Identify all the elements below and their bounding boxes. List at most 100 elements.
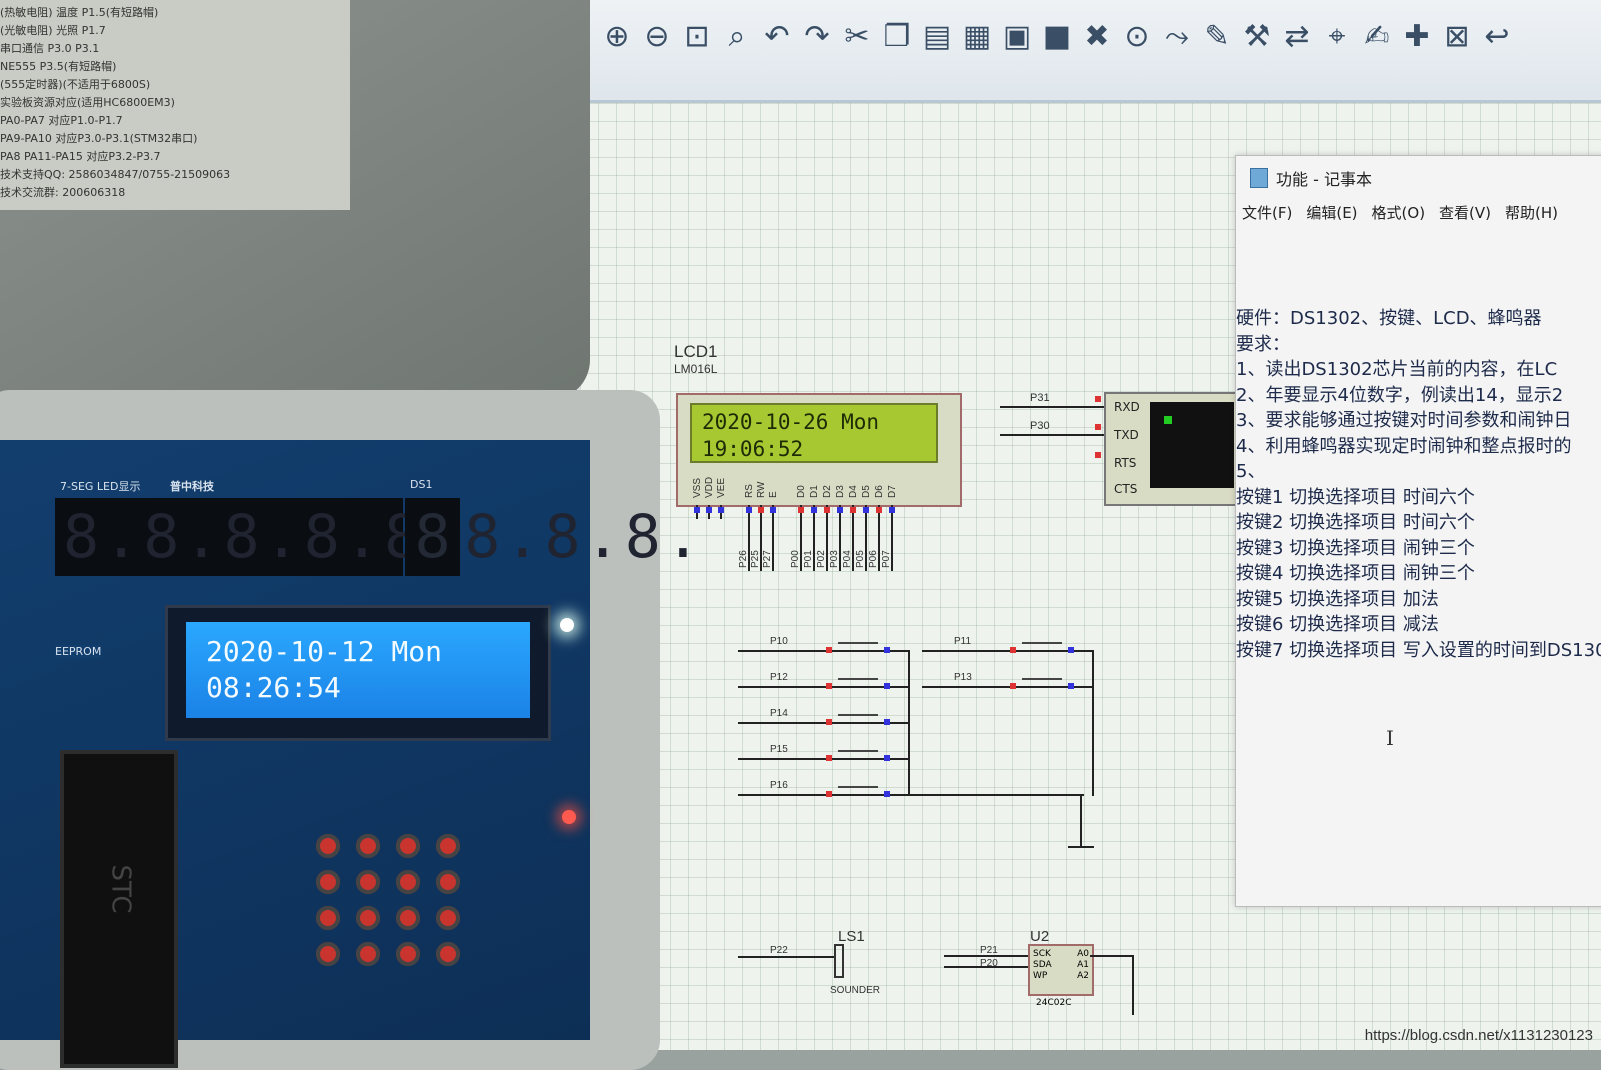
- wire-sda: [944, 966, 1028, 968]
- button-wire: [738, 722, 908, 724]
- pin-marker: [863, 507, 869, 513]
- search-icon[interactable]: ⌖: [1320, 14, 1354, 58]
- block-copy-icon[interactable]: ▦: [960, 14, 994, 58]
- wire-gnd-eeprom: [1132, 955, 1134, 1015]
- case-lid: (智能传感器) SDA P2.0(热敏电阻) 温度 P1.5(有短路帽)(光敏电…: [0, 0, 590, 400]
- lid-sheet-line: 实验板资源对应(适用HC6800EM3): [0, 96, 175, 109]
- terminal-pin-rts: RTS: [1114, 456, 1137, 470]
- pin-marker: [889, 507, 895, 513]
- push-button-symbol[interactable]: [1022, 642, 1062, 656]
- push-button-symbol[interactable]: [838, 750, 878, 764]
- annotate-icon[interactable]: ✍: [1360, 14, 1394, 58]
- keypad-key: [396, 870, 420, 894]
- keypad-key: [396, 906, 420, 930]
- pin-marker: [884, 683, 890, 689]
- lcd-pin-13: D7: [887, 485, 898, 498]
- property-icon[interactable]: ✎: [1200, 14, 1234, 58]
- button-net-label: P10: [770, 636, 788, 647]
- keypad-key: [316, 906, 340, 930]
- notepad-text-area[interactable]: 硬件：DS1302、按键、LCD、蜂鸣器 要求： 1、读出DS1302芯片当前的内容…: [1236, 306, 1601, 663]
- pin-marker: [798, 507, 804, 513]
- push-button-symbol[interactable]: [1022, 678, 1062, 692]
- cut-icon[interactable]: ✂: [840, 14, 874, 58]
- tool-icon[interactable]: ⚒: [1240, 14, 1274, 58]
- paste-icon[interactable]: ▤: [920, 14, 954, 58]
- zoom-out-icon[interactable]: ⊖: [640, 14, 674, 58]
- notepad-menu-item-3[interactable]: 查看(V): [1439, 202, 1491, 223]
- redo-icon[interactable]: ↷: [800, 14, 834, 58]
- wire-buzzer: [738, 956, 834, 958]
- push-button-symbol[interactable]: [838, 678, 878, 692]
- lcd1602-module: 2020-10-12 Mon 08:26:54: [165, 605, 551, 741]
- terminal-pin-cts: CTS: [1114, 482, 1138, 496]
- block-delete-icon[interactable]: ✖: [1080, 14, 1114, 58]
- lcd-pin-wire: [878, 505, 880, 571]
- pin-marker: [884, 719, 890, 725]
- block-rotate-icon[interactable]: ■: [1040, 14, 1074, 58]
- wire-rxd: [1000, 406, 1104, 408]
- zoom-fit-icon[interactable]: ⊡: [680, 14, 714, 58]
- ds1-label: DS1: [410, 478, 433, 491]
- pin-marker: [826, 683, 832, 689]
- button-net-label: P13: [954, 672, 972, 683]
- terminal-pin-rxd: RXD: [1114, 400, 1140, 414]
- pin-marker: [746, 507, 752, 513]
- zoom-area-icon[interactable]: ⌕: [720, 14, 754, 58]
- pin-marker: [826, 719, 832, 725]
- virtual-terminal-component[interactable]: RXD TXD RTS CTS: [1104, 392, 1238, 506]
- notepad-line: 按键6 切换选择项目 减法: [1236, 614, 1439, 635]
- undo-icon[interactable]: ↶: [760, 14, 794, 58]
- pin-marker: [884, 755, 890, 761]
- pin-marker: [1095, 452, 1101, 458]
- pick-device-icon[interactable]: ⊙: [1120, 14, 1154, 58]
- pin-marker: [837, 507, 843, 513]
- watermark-url: https://blog.csdn.net/x1131230123: [1364, 1027, 1593, 1044]
- wire-icon[interactable]: ⤳: [1160, 14, 1194, 58]
- notepad-title: 功能 - 记事本: [1276, 170, 1372, 189]
- lid-sheet-line: (光敏电阻) 光照 P1.7: [0, 24, 106, 37]
- notepad-line: 硬件：DS1302、按键、LCD、蜂鸣器: [1236, 308, 1542, 329]
- push-button-symbol[interactable]: [838, 714, 878, 728]
- notepad-window[interactable]: 功能 - 记事本 文件(F) 编辑(E) 格式(O) 查看(V) 帮助(H) 硬件：DS…: [1235, 155, 1601, 907]
- lcd-pin-2: VEE: [716, 477, 727, 498]
- brand-label: 普中科技: [170, 480, 214, 493]
- push-button-symbol[interactable]: [838, 642, 878, 656]
- pin-marker: [770, 507, 776, 513]
- lcd-pin-3: RS: [744, 484, 755, 498]
- notepad-menu-item-4[interactable]: 帮助(H): [1505, 202, 1558, 223]
- netlist-icon[interactable]: ⇄: [1280, 14, 1314, 58]
- wire-sck: [944, 955, 1028, 957]
- pin-marker: [876, 507, 882, 513]
- lid-instruction-sheet: (智能传感器) SDA P2.0(热敏电阻) 温度 P1.5(有短路帽)(光敏电…: [0, 0, 350, 210]
- buzzer-symbol[interactable]: [834, 944, 844, 978]
- notepad-menu-item-1[interactable]: 编辑(E): [1306, 202, 1357, 223]
- lid-sheet-line: NE555 P3.5(有短路帽): [0, 60, 117, 73]
- mcu-chip: STC: [60, 750, 178, 1068]
- button-net-label: P12: [770, 672, 788, 683]
- notepad-line: 要求：: [1236, 333, 1290, 355]
- eeprom-ref-label: U2: [1030, 928, 1050, 945]
- lcd-pin-wire: [760, 505, 762, 571]
- pin-marker: [1095, 396, 1101, 402]
- lcd-pin-6: D0: [796, 485, 807, 498]
- zoom-in-icon[interactable]: ⊕: [600, 14, 634, 58]
- notepad-icon: [1250, 168, 1268, 188]
- button-wire: [922, 650, 1092, 652]
- button-wire: [738, 650, 908, 652]
- keypad-key: [436, 906, 460, 930]
- notepad-line: 2、年要显示4位数字，例读出14，显示2: [1236, 384, 1564, 406]
- back-icon[interactable]: ↩: [1480, 14, 1514, 58]
- copy-icon[interactable]: ❐: [880, 14, 914, 58]
- notepad-menu-item-2[interactable]: 格式(O): [1372, 202, 1426, 223]
- lcd-pin-4: RW: [756, 481, 767, 498]
- delete-sheet-icon[interactable]: ⊠: [1440, 14, 1474, 58]
- button-net-label: P16: [770, 780, 788, 791]
- notepad-menu-item-0[interactable]: 文件(F): [1242, 202, 1292, 223]
- eeprom-component[interactable]: SCK SDA WP A0 A1 A2 24C02C: [1028, 944, 1094, 1008]
- matrix-keypad: [310, 830, 480, 980]
- block-move-icon[interactable]: ▣: [1000, 14, 1034, 58]
- keypad-key: [436, 942, 460, 966]
- new-sheet-icon[interactable]: ✚: [1400, 14, 1434, 58]
- push-button-symbol[interactable]: [838, 786, 878, 800]
- lcd-pin-wire: [826, 505, 828, 571]
